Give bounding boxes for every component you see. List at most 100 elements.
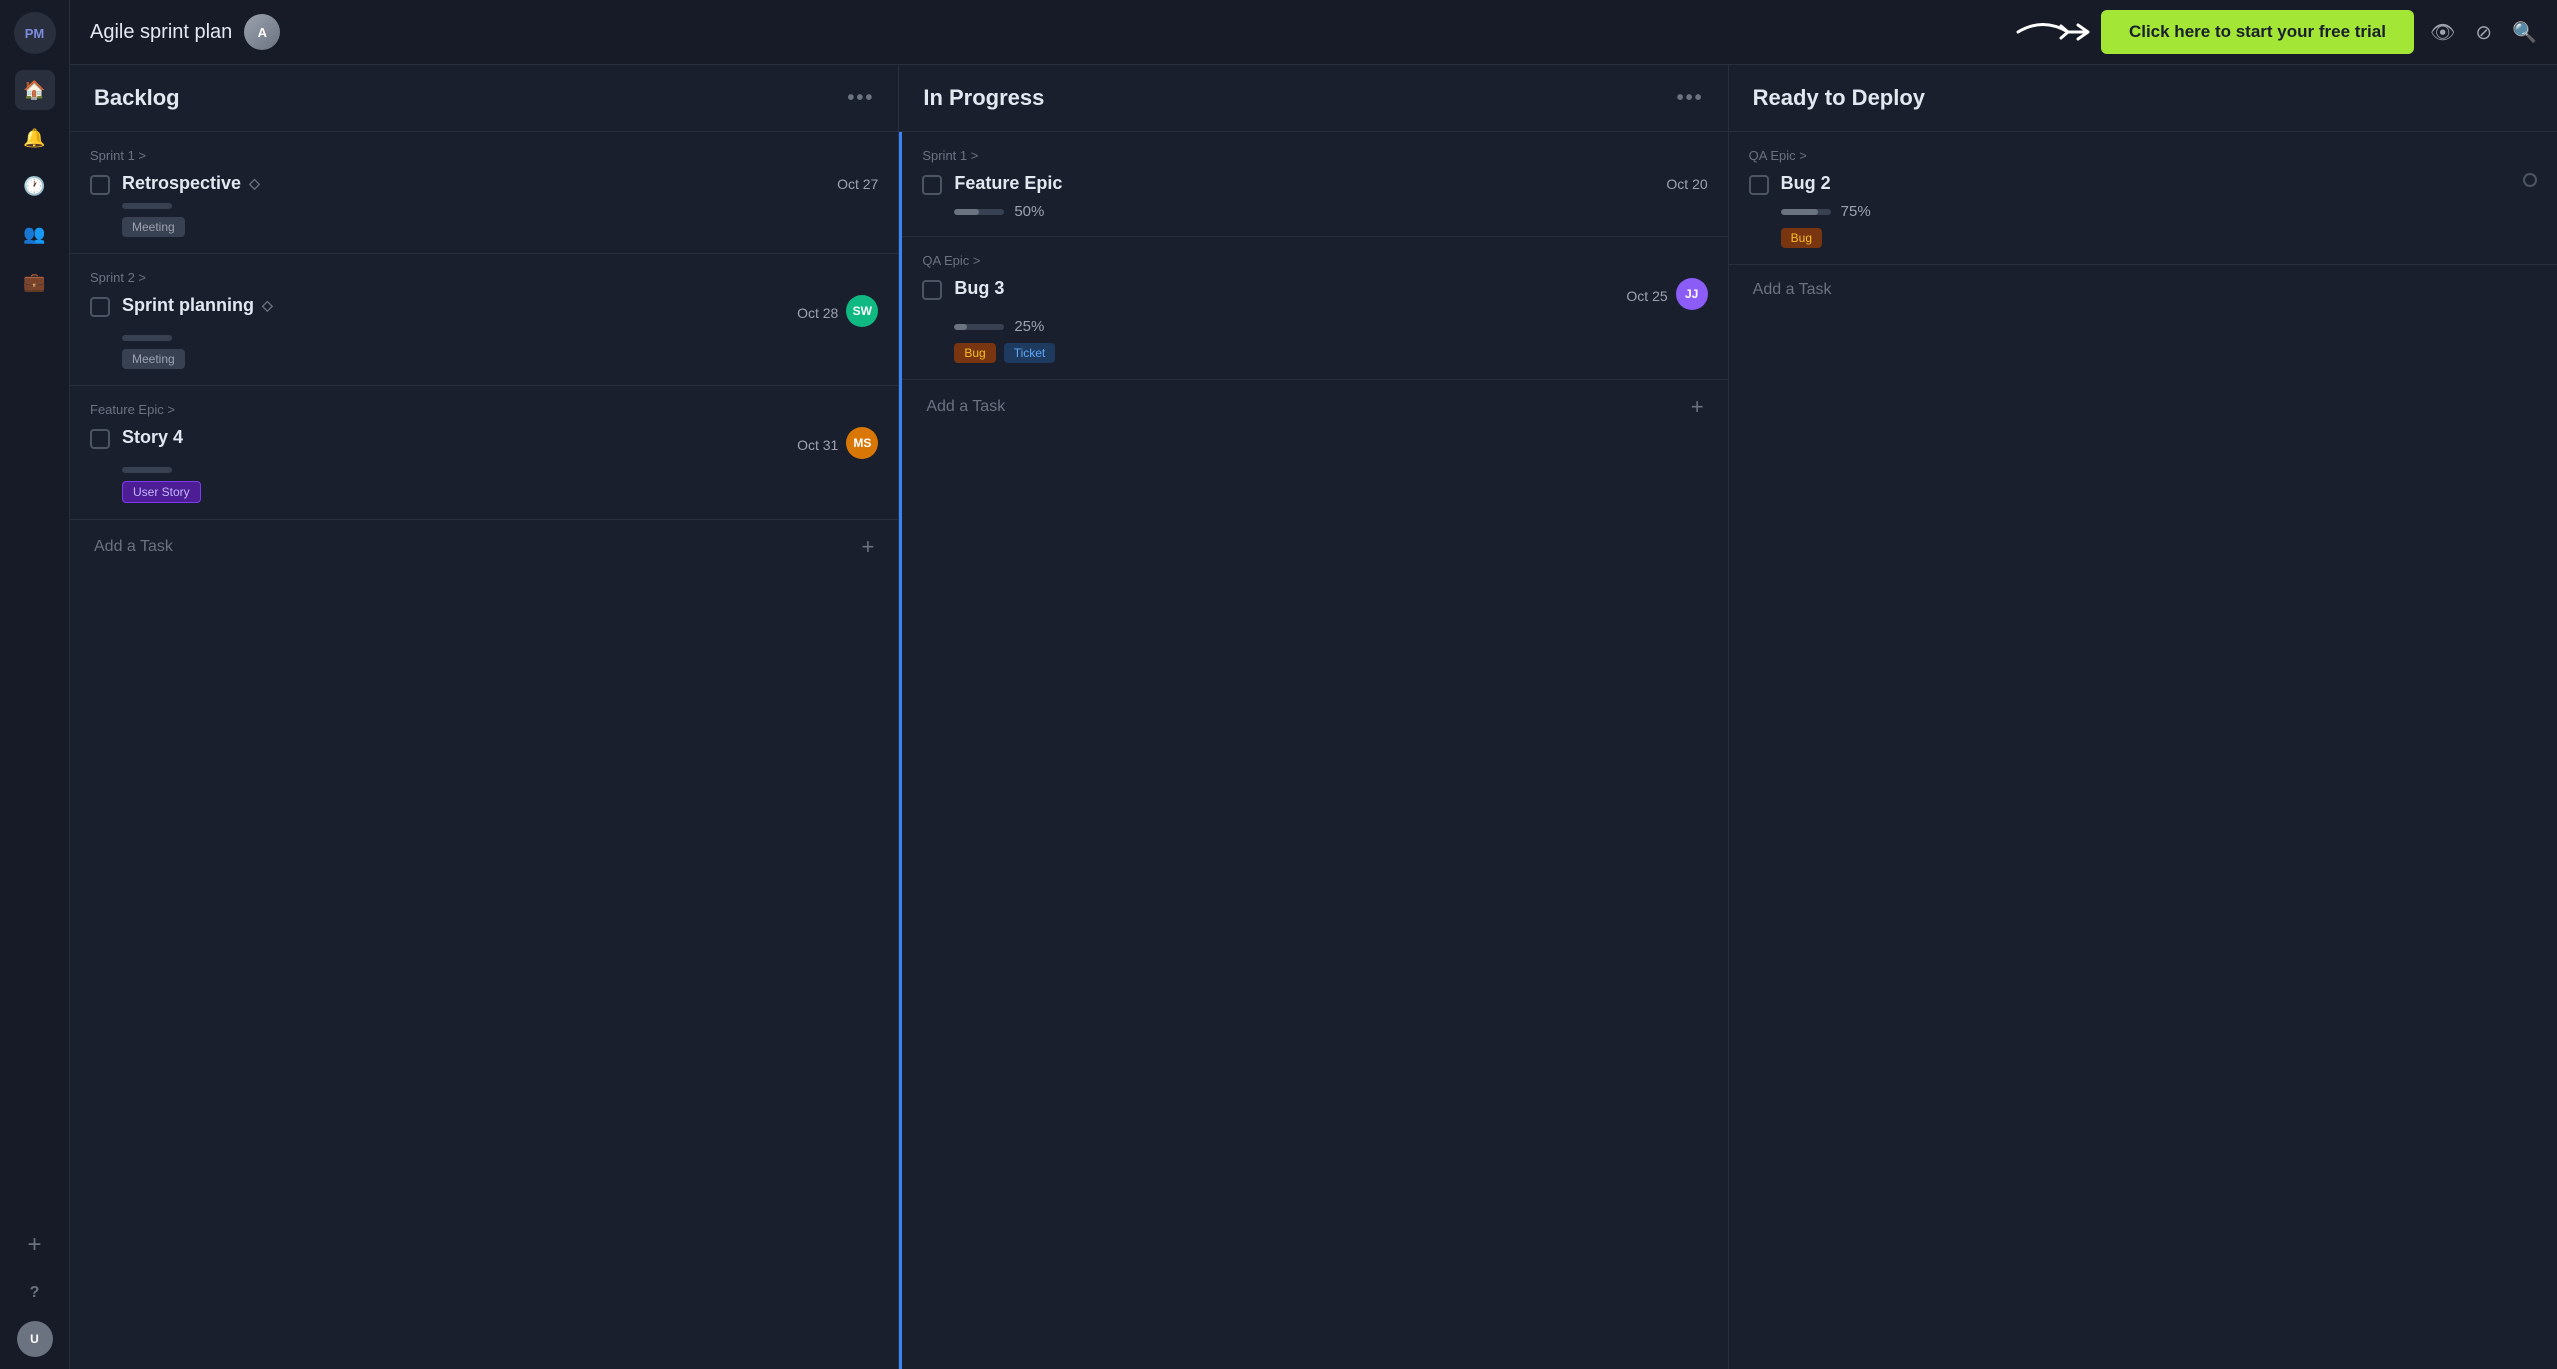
progress-fill-feature-epic	[954, 209, 979, 215]
task-progress-story4	[90, 467, 878, 473]
task-group-sprint-planning: Sprint 2 > Sprint planning ◇ Oct 28	[70, 254, 898, 386]
search-icon[interactable]: 🔍	[2512, 20, 2537, 45]
add-task-label-backlog: Add a Task	[94, 538, 173, 556]
page-title-container: Agile sprint plan A	[90, 14, 1997, 50]
task-epic-bug3: QA Epic >	[922, 253, 1707, 268]
tag-meeting-sprint-planning[interactable]: Meeting	[122, 349, 185, 369]
add-task-in-progress[interactable]: Add a Task +	[902, 380, 1727, 434]
task-card-header-retrospective: Retrospective ◇ Oct 27	[90, 173, 878, 195]
tag-user-story-story4[interactable]: User Story	[122, 481, 201, 503]
progress-bar-story4	[122, 467, 172, 473]
task-group-story4: Feature Epic > Story 4 Oct 31 MS	[70, 386, 898, 520]
column-title-ready-to-deploy: Ready to Deploy	[1753, 85, 1925, 111]
progress-text-feature-epic: 50%	[1014, 203, 1044, 220]
task-title-row-bug3: Bug 3 Oct 25 JJ	[954, 278, 1707, 310]
arrow-cta-container: Click here to start your free trial	[2013, 10, 2414, 54]
tag-meeting-retrospective[interactable]: Meeting	[122, 217, 185, 237]
topbar-avatar[interactable]: A	[244, 14, 280, 50]
task-progress-sprint-planning	[90, 335, 878, 341]
topbar: Agile sprint plan A Click here to start …	[70, 0, 2557, 65]
task-tags-story4: User Story	[90, 481, 878, 503]
task-progress-bug3: 25%	[922, 318, 1707, 335]
column-menu-in-progress[interactable]: •••	[1677, 87, 1704, 110]
add-task-plus-in-progress[interactable]: +	[1691, 396, 1704, 418]
column-content-backlog: Sprint 1 > Retrospective ◇ Oct 27	[70, 132, 898, 1369]
task-date-sprint-planning: Oct 28	[797, 305, 838, 321]
task-checkbox-bug2[interactable]	[1749, 175, 1769, 195]
sidebar-item-help[interactable]: ?	[15, 1273, 55, 1313]
sidebar-item-add[interactable]: +	[15, 1225, 55, 1265]
task-title-story4: Story 4	[122, 427, 183, 448]
column-backlog: Backlog ••• Sprint 1 > Retrospective ◇	[70, 65, 899, 1369]
task-title-retrospective: Retrospective ◇	[122, 173, 260, 194]
view-icon[interactable]: 👁	[2430, 20, 2455, 45]
task-title-bug2: Bug 2	[1781, 173, 1831, 194]
main-content: Agile sprint plan A Click here to start …	[70, 0, 2557, 1369]
progress-bar-retrospective	[122, 203, 172, 209]
task-title-bug3: Bug 3	[954, 278, 1004, 299]
column-content-ready-to-deploy: QA Epic > Bug 2	[1729, 132, 2557, 1369]
add-task-plus-backlog[interactable]: +	[861, 536, 874, 558]
column-menu-backlog[interactable]: •••	[847, 87, 874, 110]
column-ready-to-deploy: Ready to Deploy QA Epic > Bug 2	[1729, 65, 2557, 1369]
task-title-row-story4: Story 4 Oct 31 MS	[122, 427, 878, 459]
add-task-ready-to-deploy[interactable]: Add a Task	[1729, 265, 2557, 315]
progress-text-bug3: 25%	[1014, 318, 1044, 335]
cta-button[interactable]: Click here to start your free trial	[2101, 10, 2414, 54]
task-card-story4: Story 4 Oct 31 MS	[90, 427, 878, 503]
task-card-bug3: Bug 3 Oct 25 JJ	[922, 278, 1707, 363]
task-checkbox-bug3[interactable]	[922, 280, 942, 300]
sidebar-item-recent[interactable]: 🕐	[15, 166, 55, 206]
task-card-bug2: Bug 2 75% Bug	[1749, 173, 2537, 248]
progress-bar-bug2	[1781, 209, 1831, 215]
task-date-feature-epic: Oct 20	[1666, 176, 1707, 192]
kanban-board: Backlog ••• Sprint 1 > Retrospective ◇	[70, 65, 2557, 1369]
task-epic-story4: Feature Epic >	[90, 402, 878, 417]
sidebar-logo[interactable]: PM	[14, 12, 56, 54]
task-card-feature-epic: Feature Epic Oct 20 50%	[922, 173, 1707, 220]
task-card-header-bug2: Bug 2	[1749, 173, 2537, 195]
circle-status-bug2	[2523, 173, 2537, 187]
task-group-retrospective: Sprint 1 > Retrospective ◇ Oct 27	[70, 132, 898, 254]
task-progress-retrospective	[90, 203, 878, 209]
task-card-retrospective: Retrospective ◇ Oct 27	[90, 173, 878, 237]
sidebar-item-home[interactable]: 🏠	[15, 70, 55, 110]
task-group-bug3: QA Epic > Bug 3 Oct 25 JJ	[902, 237, 1727, 380]
task-epic-retrospective: Sprint 1 >	[90, 148, 878, 163]
task-card-header-feature-epic: Feature Epic Oct 20	[922, 173, 1707, 195]
tag-bug-bug2[interactable]: Bug	[1781, 228, 1822, 248]
task-group-feature-epic: Sprint 1 > Feature Epic Oct 20	[902, 132, 1727, 237]
task-tags-sprint-planning: Meeting	[90, 349, 878, 369]
progress-bar-sprint-planning	[122, 335, 172, 341]
tag-bug-bug3[interactable]: Bug	[954, 343, 995, 363]
task-epic-bug2: QA Epic >	[1749, 148, 2537, 163]
progress-fill-bug3	[954, 324, 967, 330]
filter-icon[interactable]: ⊘	[2475, 20, 2492, 45]
user-avatar[interactable]: U	[17, 1321, 53, 1357]
task-title-sprint-planning: Sprint planning ◇	[122, 295, 273, 316]
column-title-in-progress: In Progress	[923, 85, 1044, 111]
tag-ticket-bug3[interactable]: Ticket	[1004, 343, 1056, 363]
task-checkbox-feature-epic[interactable]	[922, 175, 942, 195]
task-tags-bug2: Bug	[1749, 228, 2537, 248]
column-in-progress: In Progress ••• Sprint 1 > Feature Epic	[899, 65, 1728, 1369]
add-task-backlog[interactable]: Add a Task +	[70, 520, 898, 574]
task-checkbox-sprint-planning[interactable]	[90, 297, 110, 317]
task-epic-feature-epic: Sprint 1 >	[922, 148, 1707, 163]
sidebar-item-portfolio[interactable]: 💼	[15, 262, 55, 302]
task-date-story4: Oct 31	[797, 437, 838, 453]
column-header-backlog: Backlog •••	[70, 65, 898, 132]
column-content-in-progress: Sprint 1 > Feature Epic Oct 20	[899, 132, 1727, 1369]
task-epic-sprint-planning: Sprint 2 >	[90, 270, 878, 285]
progress-bar-bug3	[954, 324, 1004, 330]
task-checkbox-retrospective[interactable]	[90, 175, 110, 195]
task-card-header-bug3: Bug 3 Oct 25 JJ	[922, 278, 1707, 310]
page-title: Agile sprint plan	[90, 21, 232, 44]
sidebar-item-notifications[interactable]: 🔔	[15, 118, 55, 158]
task-checkbox-story4[interactable]	[90, 429, 110, 449]
column-title-backlog: Backlog	[94, 85, 180, 111]
add-task-label-in-progress: Add a Task	[926, 398, 1005, 416]
task-date-bug3: Oct 25	[1626, 288, 1667, 304]
task-title-row-feature-epic: Feature Epic Oct 20	[954, 173, 1707, 194]
sidebar-item-team[interactable]: 👥	[15, 214, 55, 254]
